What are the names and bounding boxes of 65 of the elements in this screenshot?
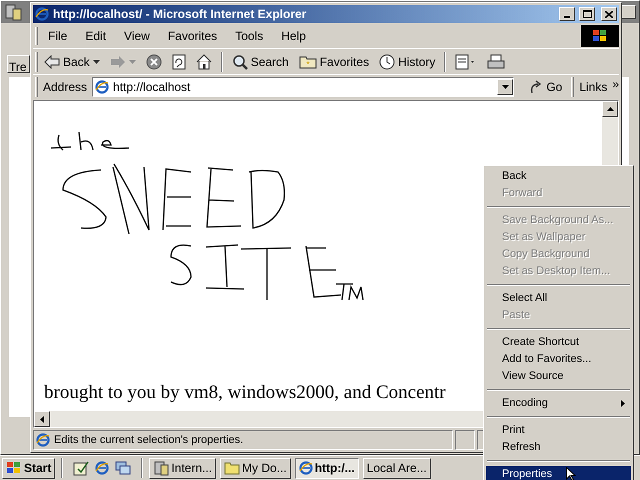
- window-title: http://localhost/ - Microsoft Internet Explorer: [53, 6, 306, 23]
- address-field[interactable]: http://localhost: [92, 76, 514, 96]
- scroll-left-button[interactable]: [34, 411, 50, 427]
- browser-e-icon: [36, 433, 50, 447]
- back-button[interactable]: Back: [40, 50, 104, 72]
- folder-icon: [224, 461, 240, 475]
- up-arrow-icon: [606, 107, 614, 111]
- more-chevron[interactable]: »: [612, 74, 620, 92]
- clock-icon: [379, 54, 396, 70]
- browser-e-icon: [95, 461, 110, 475]
- printer-icon: [487, 54, 506, 70]
- address-label: Address: [42, 78, 88, 96]
- history-button[interactable]: History: [375, 50, 440, 72]
- caret-icon: [502, 84, 509, 88]
- caret-icon: [92, 60, 100, 64]
- context-menu-item[interactable]: View Source: [486, 368, 631, 385]
- flag-icon: [592, 29, 608, 43]
- menu-item[interactable]: Edit: [79, 27, 112, 45]
- search-button[interactable]: Search: [228, 50, 293, 72]
- stop-icon: [146, 54, 162, 70]
- search-icon: [232, 54, 248, 70]
- favorites-button[interactable]: Favorites: [294, 50, 374, 72]
- status-text: Edits the current selection's properties.: [54, 432, 244, 448]
- curved-arrow-icon: [529, 80, 544, 94]
- home-icon: [196, 54, 212, 70]
- start-button[interactable]: Start: [2, 458, 56, 478]
- close-icon: [605, 10, 613, 18]
- dropdown-button[interactable]: [497, 78, 514, 94]
- status-pane: [455, 430, 475, 450]
- left-arrow-icon: [40, 416, 44, 422]
- folder-star-icon: [298, 54, 317, 68]
- scroll-up-button[interactable]: [602, 101, 618, 117]
- side-tab[interactable]: Tre: [7, 55, 30, 73]
- go-button[interactable]: Go: [523, 76, 568, 96]
- menu-item[interactable]: View: [118, 27, 156, 45]
- taskbar-button[interactable]: My Do...: [220, 458, 291, 478]
- left-arrow-icon: [44, 54, 60, 68]
- context-menu-item[interactable]: Print: [486, 422, 631, 439]
- links-button[interactable]: Links: [577, 78, 610, 96]
- windows-flag-icon: [6, 461, 22, 475]
- taskbar-button[interactable]: http:/...: [294, 458, 359, 478]
- context-menu-item[interactable]: Back: [486, 168, 631, 185]
- close-button[interactable]: [601, 7, 617, 21]
- context-menu-item[interactable]: Properties: [486, 466, 631, 480]
- context-menu-item[interactable]: Create Shortcut: [486, 334, 631, 351]
- context-menu-item[interactable]: Encoding: [486, 395, 631, 412]
- context-menu-item[interactable]: Refresh: [486, 439, 631, 456]
- menu-item[interactable]: Help: [275, 27, 312, 45]
- right-arrow-icon: [110, 54, 126, 68]
- menu-item[interactable]: File: [42, 27, 74, 45]
- menu-item[interactable]: Favorites: [162, 27, 224, 45]
- browser-e-icon: [298, 461, 313, 475]
- context-menu-item[interactable]: Add to Favorites...: [486, 351, 631, 368]
- taskbar-button[interactable]: Local Are...: [362, 458, 431, 478]
- menu-item[interactable]: Tools: [229, 27, 270, 45]
- tagline-text: brought to you by vm8, windows2000, and Concentr: [44, 381, 446, 405]
- taskbar-button[interactable]: Intern...: [149, 458, 216, 478]
- context-menu-item[interactable]: Select All: [486, 290, 631, 307]
- browser-e-icon: [95, 80, 110, 94]
- maximize-button[interactable]: [579, 7, 595, 21]
- refresh-icon: [172, 54, 186, 70]
- caret-icon: [128, 60, 136, 64]
- minimize-button[interactable]: [559, 7, 575, 21]
- windows-icon[interactable]: [115, 460, 132, 476]
- browser-e-icon: [35, 7, 49, 21]
